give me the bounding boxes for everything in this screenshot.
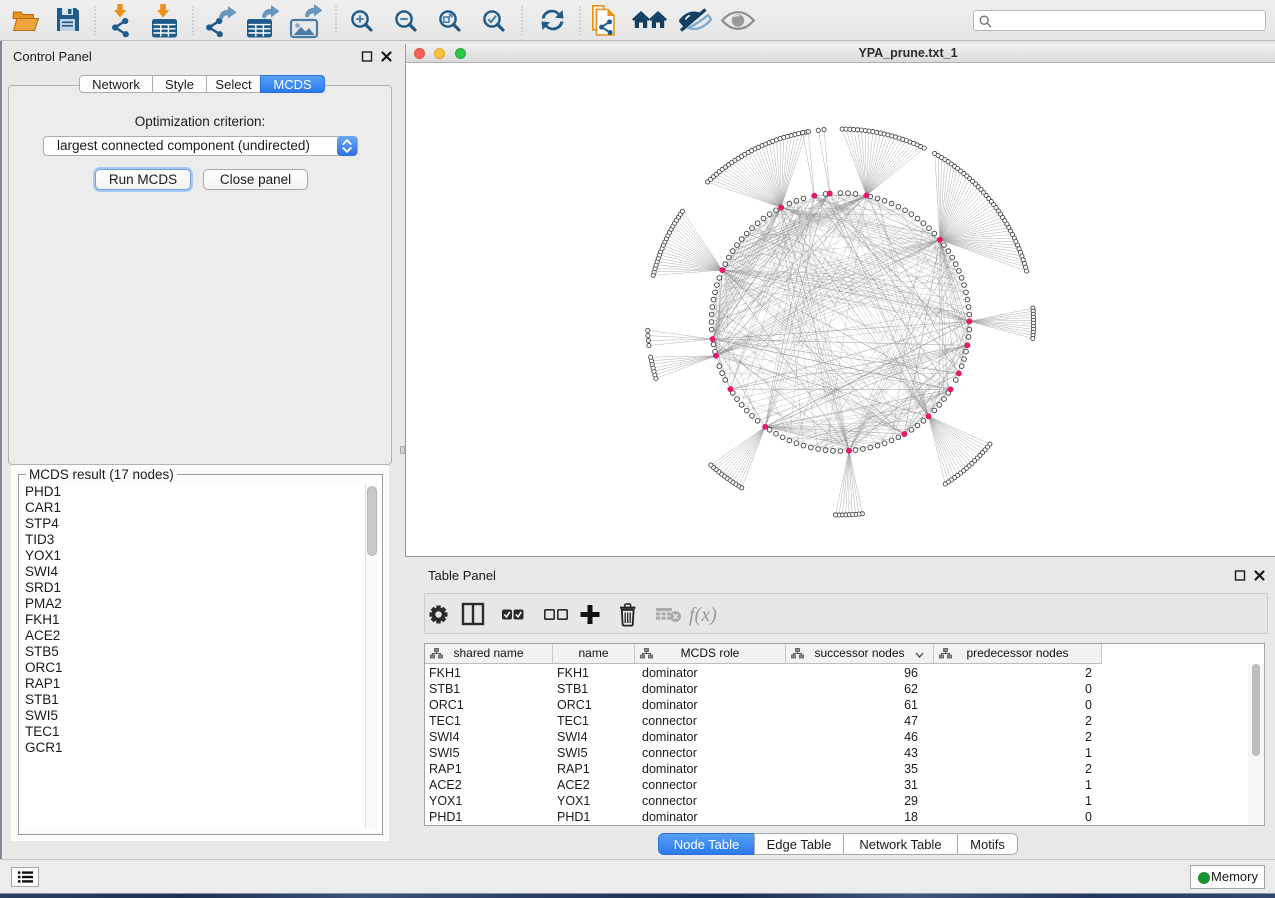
svg-text:f(x): f(x) — [689, 604, 717, 626]
